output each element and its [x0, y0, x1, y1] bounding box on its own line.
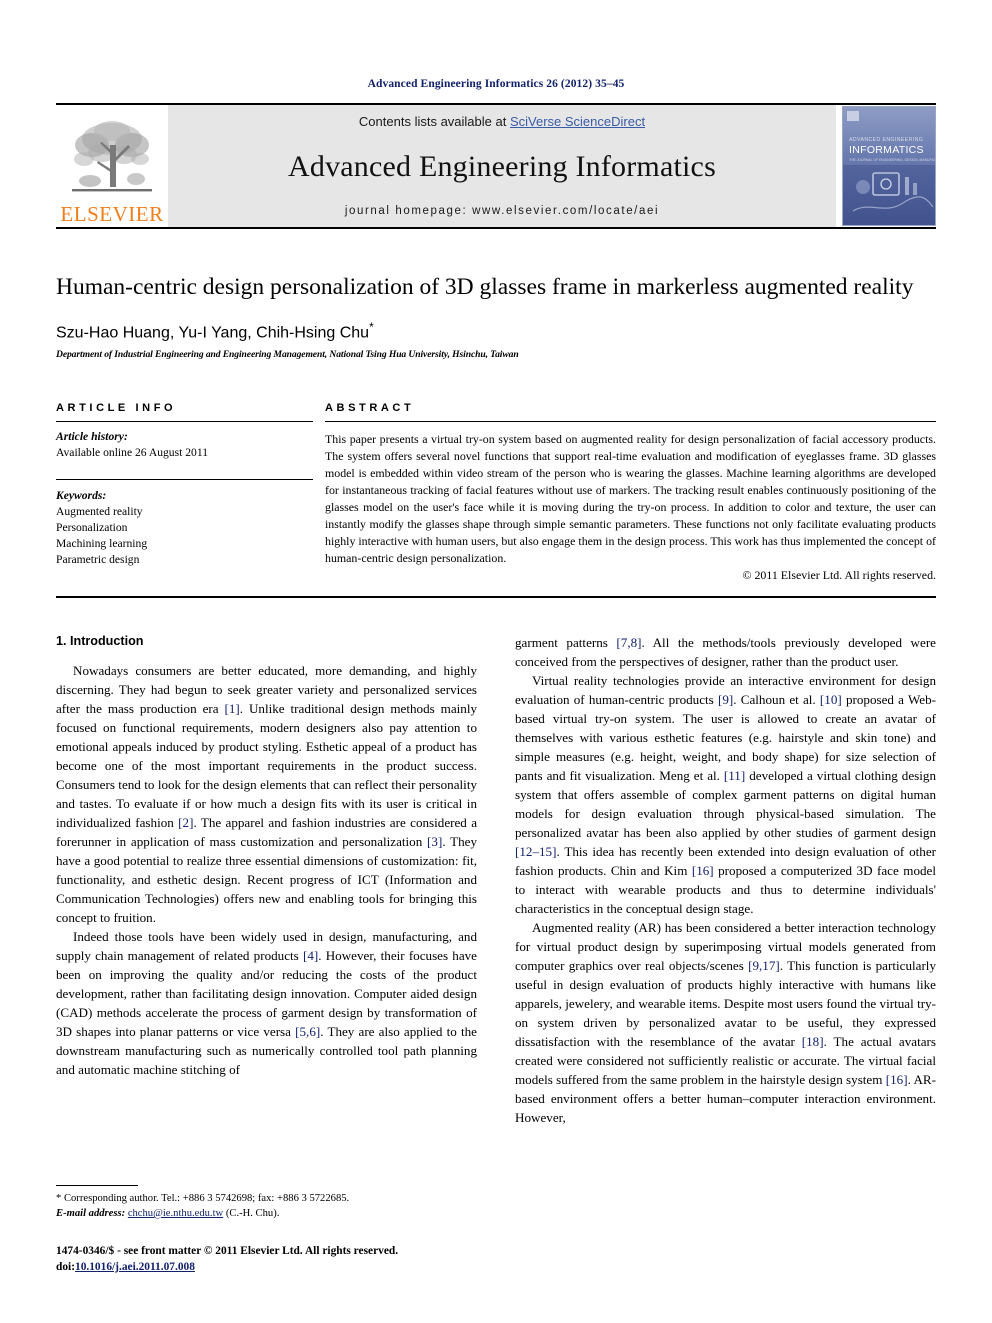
- cover-artwork-icon: ADVANCED ENGINEERING INFORMATICS THE JOU…: [843, 107, 935, 225]
- article-history: Article history: Available online 26 Aug…: [56, 429, 313, 472]
- corresponding-author-marker: *: [369, 319, 374, 334]
- paragraph: Virtual reality technologies provide an …: [515, 673, 936, 916]
- email-label: E-mail address:: [56, 1208, 126, 1220]
- citation-ref[interactable]: [3]: [427, 834, 442, 849]
- contents-prefix: Contents lists available at: [358, 114, 510, 129]
- citation-ref[interactable]: [2]: [178, 815, 193, 830]
- article-info-heading: ARTICLE INFO: [56, 401, 177, 414]
- section-heading-introduction: 1. Introduction: [56, 634, 144, 649]
- abstract-text: This paper presents a virtual try-on sys…: [325, 431, 936, 566]
- abstract-column: ABSTRACT This paper presents a virtual t…: [325, 402, 936, 583]
- citation-ref[interactable]: [9,17]: [748, 958, 780, 973]
- journal-cover-thumbnail: ADVANCED ENGINEERING INFORMATICS THE JOU…: [842, 106, 936, 226]
- body-columns: 1. Introduction Nowadays consumers are b…: [56, 634, 936, 1128]
- masthead-center: Contents lists available at SciVerse Sci…: [168, 105, 836, 227]
- page-title: Human-centric design personalization of …: [56, 274, 914, 300]
- email-suffix: (C.-H. Chu).: [225, 1208, 280, 1220]
- paragraph: garment patterns [7,8]. All the methods/…: [515, 635, 936, 670]
- footnote-rule: [56, 1185, 138, 1186]
- svg-text:THE JOURNAL OF ENGINEERING, DE: THE JOURNAL OF ENGINEERING, DESIGN, MANU…: [849, 158, 935, 162]
- article-info-rule: [56, 420, 313, 422]
- abstract-bottom-rule: [56, 596, 936, 599]
- citation-ref[interactable]: [12–15]: [515, 844, 556, 859]
- doi-link[interactable]: 10.1016/j.aei.2011.07.008: [75, 1261, 195, 1273]
- elsevier-tree-icon: [72, 121, 152, 192]
- issn-line: 1474-0346/$ - see front matter © 2011 El…: [56, 1245, 399, 1257]
- keywords-label: Keywords:: [56, 488, 107, 502]
- citation-ref[interactable]: [9]: [718, 692, 733, 707]
- citation-ref[interactable]: [11]: [724, 768, 745, 783]
- citation-ref[interactable]: [1]: [224, 701, 239, 716]
- doi-label: doi:: [56, 1261, 75, 1274]
- paper-page: Advanced Engineering Informatics 26 (201…: [0, 0, 992, 1323]
- keywords-rule: [56, 478, 313, 480]
- keyword-item: Augmented reality: [56, 504, 143, 518]
- abstract-copyright: © 2011 Elsevier Ltd. All rights reserved…: [742, 568, 936, 583]
- author-list: Szu-Hao Huang, Yu-I Yang, Chih-Hsing Chu…: [56, 320, 936, 342]
- article-history-value: Available online 26 August 2011: [56, 445, 208, 459]
- footnote-block: * Corresponding author. Tel.: +886 3 574…: [56, 1185, 496, 1221]
- citation-ref[interactable]: [18]: [802, 1034, 824, 1049]
- paragraph: Indeed those tools have been widely used…: [56, 928, 477, 1077]
- keyword-item: Personalization: [56, 520, 128, 534]
- keywords-block: Keywords: Augmented reality Personalizat…: [56, 488, 313, 568]
- citation-ref[interactable]: [10]: [820, 692, 842, 707]
- abstract-rule: [325, 420, 936, 422]
- affiliation: Department of Industrial Engineering and…: [56, 348, 519, 360]
- email-note: E-mail address: chchu@ie.nthu.edu.tw (C.…: [56, 1206, 496, 1221]
- keyword-item: Parametric design: [56, 552, 140, 566]
- citation-ref[interactable]: [5,6]: [295, 1024, 320, 1039]
- info-abstract-block: ARTICLE INFO Article history: Available …: [56, 402, 936, 583]
- journal-title: Advanced Engineering Informatics: [288, 150, 716, 183]
- corresponding-author-note: * Corresponding author. Tel.: +886 3 574…: [56, 1193, 350, 1204]
- article-info-column: ARTICLE INFO Article history: Available …: [56, 402, 325, 583]
- body-column-right: garment patterns [7,8]. All the methods/…: [515, 634, 936, 1128]
- citation-ref[interactable]: [16]: [886, 1072, 908, 1087]
- author-names: Szu-Hao Huang, Yu-I Yang, Chih-Hsing Chu: [56, 323, 370, 341]
- sciencedirect-link[interactable]: SciVerse ScienceDirect: [510, 114, 645, 129]
- body-column-left: 1. Introduction Nowadays consumers are b…: [56, 634, 477, 1128]
- article-history-label: Article history:: [56, 429, 128, 443]
- citation-ref[interactable]: [4]: [303, 948, 318, 963]
- journal-homepage[interactable]: journal homepage: www.elsevier.com/locat…: [345, 205, 659, 217]
- journal-masthead: ELSEVIER Contents lists available at Sci…: [56, 103, 936, 227]
- paragraph: Augmented reality (AR) has been consider…: [515, 919, 937, 1125]
- masthead-bottom-rule: [56, 227, 936, 229]
- imprint-block: 1474-0346/$ - see front matter © 2011 El…: [56, 1243, 516, 1275]
- running-head: Advanced Engineering Informatics 26 (201…: [367, 78, 625, 90]
- svg-text:INFORMATICS: INFORMATICS: [849, 144, 924, 156]
- contents-available-line: Contents lists available at SciVerse Sci…: [359, 114, 645, 129]
- email-link[interactable]: chchu@ie.nthu.edu.tw: [128, 1208, 223, 1219]
- svg-text:ADVANCED ENGINEERING: ADVANCED ENGINEERING: [849, 137, 923, 143]
- elsevier-logo: ELSEVIER: [56, 105, 168, 227]
- citation-ref[interactable]: [16]: [692, 863, 714, 878]
- doi-line: doi:10.1016/j.aei.2011.07.008: [56, 1259, 516, 1275]
- keyword-item: Machining learning: [56, 536, 148, 550]
- paragraph: Nowadays consumers are better educated, …: [56, 663, 478, 925]
- elsevier-wordmark: ELSEVIER: [60, 202, 164, 226]
- abstract-heading: ABSTRACT: [325, 401, 415, 414]
- citation-ref[interactable]: [7,8]: [616, 635, 641, 650]
